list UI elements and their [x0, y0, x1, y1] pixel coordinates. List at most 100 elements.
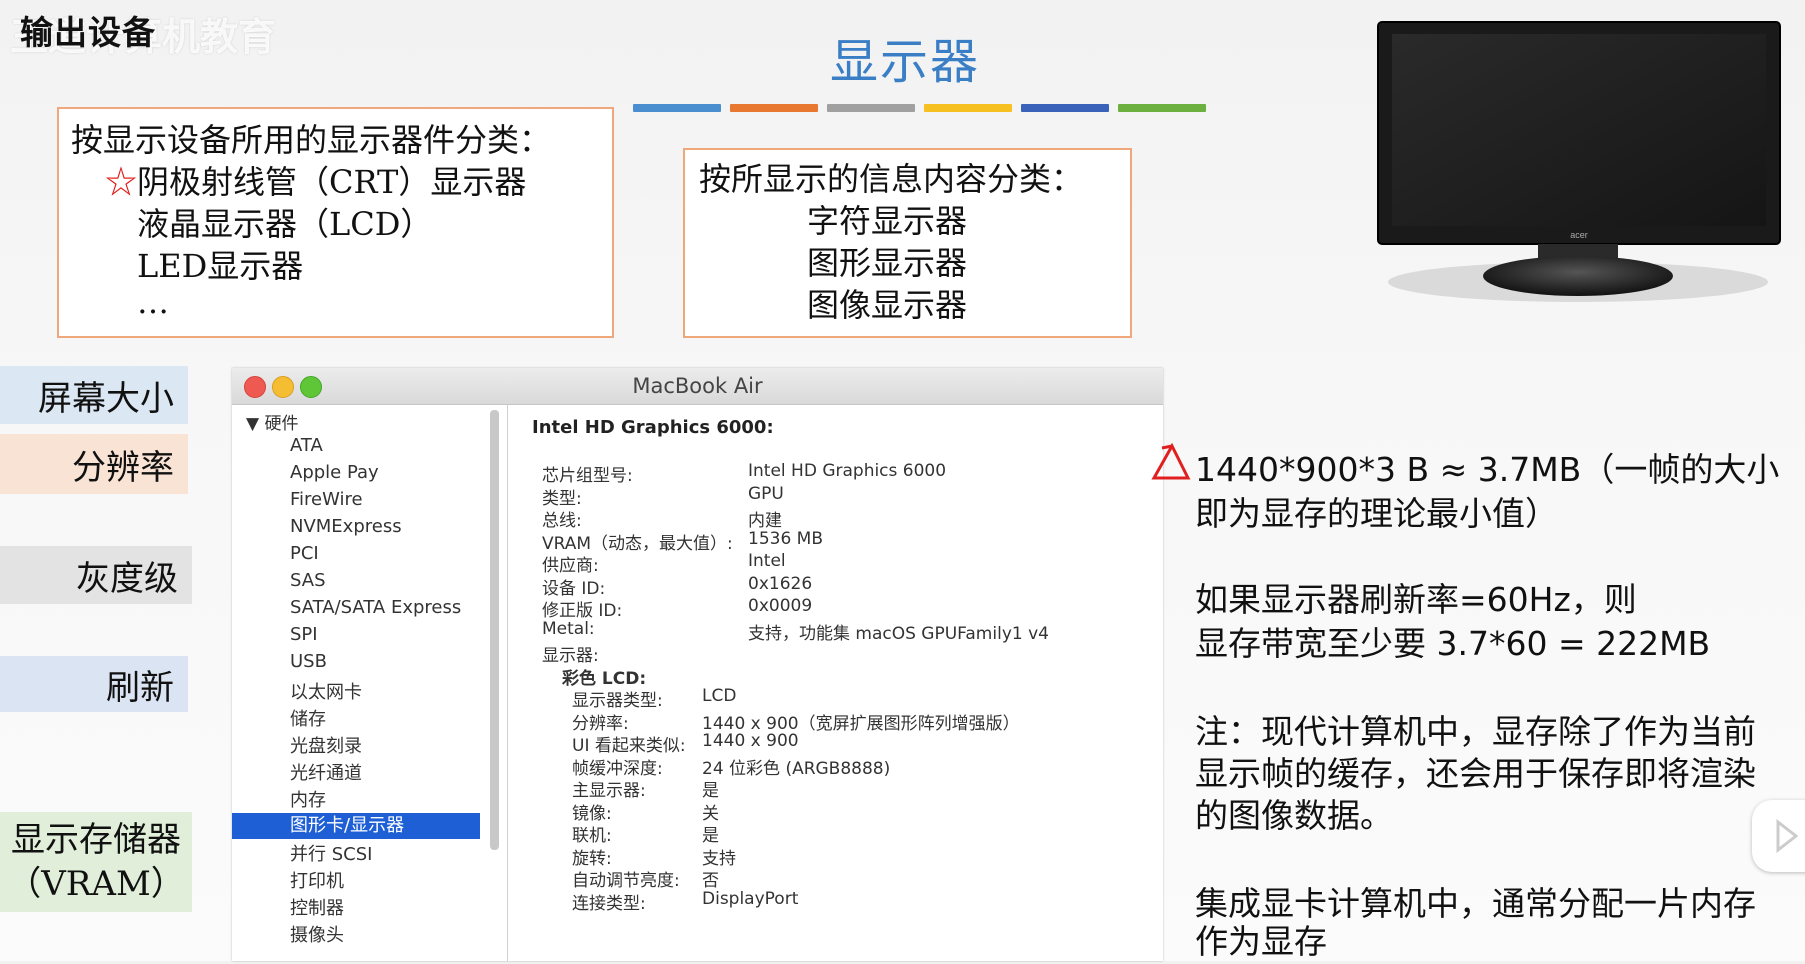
- property-value: 内建: [748, 511, 782, 531]
- window-title: MacBook Air: [632, 374, 763, 398]
- sidebar-item[interactable]: 控制器: [290, 894, 344, 920]
- device-title: Intel HD Graphics 6000:: [532, 417, 774, 438]
- note-modern-line3: 的图像数据。: [1195, 796, 1393, 835]
- property-key: 芯片组型号:: [542, 466, 633, 486]
- display-property-value: 是: [702, 826, 719, 846]
- sidebar-item[interactable]: 摄像头: [290, 921, 344, 947]
- sidebar-item[interactable]: Apple Pay: [290, 462, 379, 483]
- label-vram-line1: 显示存储器: [11, 820, 181, 860]
- property-value: Intel HD Graphics 6000: [748, 461, 947, 481]
- sidebar-item[interactable]: 并行 SCSI: [290, 840, 372, 866]
- display-property-key: 镜像:: [572, 803, 612, 824]
- label-refresh: 刷新: [0, 656, 188, 712]
- section-title: 输出设备: [20, 13, 156, 52]
- note-refresh-line2: 显存带宽至少要 3.7*60 = 222MB: [1195, 624, 1711, 663]
- property-key: Metal:: [542, 618, 595, 639]
- box-heading: 按所显示的信息内容分类：: [699, 160, 1084, 198]
- color-bar-segment: [827, 104, 915, 112]
- display-property-value: 支持: [702, 848, 736, 869]
- display-property-value: LCD: [702, 686, 737, 706]
- label-screen-size: 屏幕大小: [0, 366, 188, 424]
- window-titlebar: MacBook Air: [232, 368, 1163, 405]
- list-item: 字符显示器: [807, 202, 968, 240]
- sidebar-item[interactable]: 打印机: [290, 867, 344, 893]
- star-icon: ☆: [105, 163, 138, 201]
- display-property-value: 24 位彩色 (ARGB8888): [702, 758, 891, 779]
- sidebar-item[interactable]: USB: [290, 651, 327, 672]
- property-value: Intel: [748, 551, 786, 571]
- slide-title: 显示器: [830, 34, 981, 90]
- sidebar-item[interactable]: FireWire: [290, 489, 363, 510]
- color-bar: [633, 104, 1206, 112]
- display-property-key: 分辨率:: [572, 713, 629, 734]
- property-value: 0x1626: [748, 573, 813, 594]
- monitor-image: acer: [1377, 21, 1781, 302]
- display-property-key: 联机:: [572, 826, 612, 846]
- note-refresh-line1: 如果显示器刷新率=60Hz，则: [1195, 580, 1637, 619]
- sidebar-item[interactable]: 内存: [290, 786, 326, 812]
- sidebar-item[interactable]: SAS: [290, 570, 326, 591]
- display-property-value: DisplayPort: [702, 888, 799, 909]
- color-bar-segment: [924, 104, 1012, 112]
- property-key: 设备 ID:: [542, 578, 606, 599]
- sidebar-scrollbar[interactable]: [490, 410, 499, 850]
- property-value: 0x0009: [748, 596, 813, 616]
- box-heading: 按显示设备所用的显示器件分类：: [71, 121, 552, 159]
- display-property-key: 连接类型:: [572, 893, 646, 914]
- note-frame-size-line1: 1440*900*3 B ≈ 3.7MB（一帧的大小: [1195, 450, 1780, 489]
- display-property-key: 主显示器:: [572, 781, 646, 801]
- display-property-value: 关: [702, 803, 719, 824]
- sidebar-item[interactable]: 图形卡/显示器: [232, 813, 480, 839]
- note-frame-size-line2: 即为显存的理论最小值）: [1195, 494, 1558, 533]
- display-property-key: 旋转:: [572, 848, 612, 869]
- note-modern-line1: 注：现代计算机中，显存除了作为当前: [1195, 712, 1756, 751]
- color-bar-segment: [1118, 104, 1206, 112]
- color-bar-segment: [730, 104, 818, 112]
- property-value: GPU: [748, 483, 784, 504]
- play-icon: [1776, 818, 1799, 854]
- property-value: 支持，功能集 macOS GPUFamily1 v4: [748, 623, 1049, 644]
- display-property-key: 自动调节亮度:: [572, 871, 680, 891]
- sidebar-item[interactable]: SATA/SATA Express: [290, 597, 461, 618]
- property-key: 供应商:: [542, 556, 599, 576]
- sidebar-item[interactable]: ATA: [290, 435, 323, 456]
- property-key: 修正版 ID:: [542, 601, 623, 621]
- info-content-classification-box: 按所显示的信息内容分类： 字符显示器 图形显示器 图像显示器: [683, 148, 1132, 338]
- display-property-value: 1440 x 900（宽屏扩展图形阵列增强版）: [702, 713, 1020, 734]
- sidebar-item[interactable]: NVMExpress: [290, 516, 402, 537]
- display-device-classification-box: 按显示设备所用的显示器件分类： ☆阴极射线管（CRT）显示器 液晶显示器（LCD…: [57, 107, 614, 338]
- tree-root-hardware[interactable]: ▼ 硬件: [246, 409, 298, 434]
- property-value: 1536 MB: [748, 528, 823, 549]
- list-item: LED显示器: [137, 247, 304, 285]
- label-grayscale: 灰度级: [0, 546, 192, 604]
- color-bar-segment: [1021, 104, 1109, 112]
- label-vram-line2: （VRAM）: [7, 864, 185, 904]
- sidebar-item[interactable]: PCI: [290, 543, 319, 564]
- list-item: …: [137, 283, 169, 321]
- list-item: 液晶显示器（LCD）: [137, 205, 433, 243]
- property-key: 类型:: [542, 488, 582, 509]
- system-info-window: MacBook Air ▼ 硬件 ATA Apple Pay FireWire NVM…: [232, 368, 1163, 961]
- play-button[interactable]: [1752, 800, 1805, 872]
- monitor-brand: acer: [1570, 230, 1588, 240]
- note-modern-line2: 显示帧的缓存，还会用于保存即将渲染: [1195, 754, 1756, 793]
- sidebar-item[interactable]: 光纤通道: [290, 759, 362, 785]
- list-item: ☆阴极射线管（CRT）显示器: [105, 163, 527, 201]
- sidebar-item[interactable]: SPI: [290, 624, 318, 645]
- display-group-title: 彩色 LCD:: [562, 668, 647, 689]
- sidebar-item[interactable]: 光盘刻录: [290, 732, 362, 758]
- display-property-value: 1440 x 900: [702, 731, 799, 751]
- label-resolution: 分辨率: [0, 434, 188, 494]
- list-item: 图形显示器: [807, 244, 968, 282]
- sidebar: ▼ 硬件 ATA Apple Pay FireWire NVMExpress PCI SA…: [232, 405, 480, 961]
- display-property-key: UI 看起来类似:: [572, 736, 686, 756]
- detail-pane: Intel HD Graphics 6000: 芯片组型号: Intel HD G…: [508, 405, 1163, 961]
- color-bar-segment: [633, 104, 721, 112]
- display-property-value: 是: [702, 781, 719, 801]
- display-property-value: 否: [702, 871, 719, 891]
- label-vram: 显示存储器 （VRAM）: [0, 812, 192, 912]
- property-key: 显示器:: [542, 646, 599, 666]
- sidebar-item[interactable]: 以太网卡: [290, 678, 362, 704]
- sidebar-item[interactable]: 储存: [290, 705, 326, 731]
- display-property-key: 帧缓冲深度:: [572, 758, 663, 779]
